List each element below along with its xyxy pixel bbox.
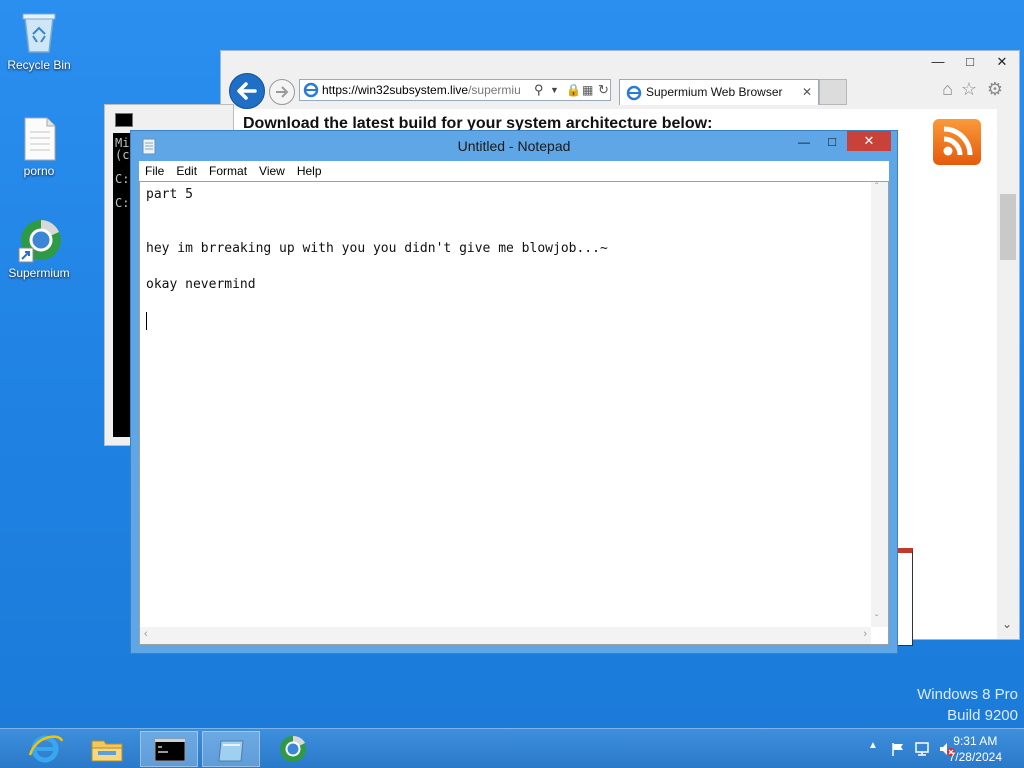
browser-nav-bar: https://win32subsystem.live/supermiu ⚲ ▼…	[221, 73, 1019, 109]
desktop-icon-porno[interactable]: porno	[2, 114, 76, 178]
notepad-maximize-button[interactable]: □	[819, 131, 845, 153]
refresh-icon[interactable]: ↻	[598, 80, 609, 100]
text-caret	[146, 312, 147, 330]
scroll-down-icon[interactable]: ˇ	[875, 614, 878, 625]
show-hidden-icons-icon[interactable]: ▲	[868, 740, 878, 751]
dropdown-icon[interactable]: ▼	[550, 80, 559, 100]
rss-feed-icon[interactable]	[933, 119, 981, 165]
text-file-icon	[15, 114, 63, 162]
recycle-bin-icon	[15, 8, 63, 56]
taskbar-supermium-button[interactable]	[264, 731, 322, 767]
notepad-window[interactable]: Untitled - Notepad — □ ✕ File Edit Format V…	[130, 130, 898, 654]
watermark-edition: Windows 8 Pro	[917, 686, 1018, 703]
supermium-icon	[280, 735, 306, 762]
porno-label: porno	[23, 164, 55, 178]
favorites-star-icon[interactable]: ☆	[961, 79, 977, 100]
tab-ie-icon	[626, 85, 642, 101]
tab-title: Supermium Web Browser	[646, 85, 783, 99]
supermium-label: Supermium	[8, 266, 70, 280]
home-icon[interactable]: ⌂	[942, 79, 953, 100]
recycle-bin-label: Recycle Bin	[7, 58, 71, 72]
notepad-menubar: File Edit Format View Help	[139, 161, 889, 181]
menu-help[interactable]: Help	[291, 161, 328, 181]
notepad-vertical-scrollbar[interactable]: ˆ ˇ	[871, 182, 888, 627]
scroll-up-icon[interactable]: ˆ	[875, 182, 878, 193]
back-arrow-icon	[237, 82, 257, 100]
system-tray: ▲ 9:31 AM 7/28/2024	[824, 729, 1024, 768]
notepad-titlebar[interactable]: Untitled - Notepad — □ ✕	[131, 131, 897, 161]
scroll-right-icon[interactable]: ›	[863, 628, 867, 640]
windows-watermark: Windows 8 Pro Build 9200	[917, 684, 1018, 726]
forward-arrow-icon	[276, 86, 289, 98]
taskbar: ▲ 9:31 AM 7/28/2024	[0, 728, 1024, 768]
desktop-icon-recycle-bin[interactable]: Recycle Bin	[2, 8, 76, 72]
notepad-icon	[218, 740, 244, 762]
url-host: https://win32subsystem.live	[322, 83, 469, 97]
notepad-minimize-button[interactable]: —	[791, 131, 817, 153]
taskbar-notepad-button[interactable]	[202, 731, 260, 767]
new-tab-button[interactable]	[819, 79, 847, 105]
taskbar-explorer-button[interactable]	[78, 731, 136, 767]
search-icon[interactable]: ⚲	[534, 80, 544, 100]
settings-gear-icon[interactable]: ⚙	[987, 79, 1003, 100]
compat-view-icon[interactable]: ▦	[582, 80, 593, 100]
tab-close-icon[interactable]: ✕	[802, 80, 812, 104]
scroll-down-icon[interactable]: ⌄	[1002, 617, 1012, 631]
console-icon	[154, 738, 186, 762]
notepad-title: Untitled - Notepad	[457, 138, 571, 154]
tab-supermium[interactable]: Supermium Web Browser ✕	[619, 79, 819, 105]
ie-page-icon	[303, 82, 319, 98]
desktop-icon-supermium[interactable]: Supermium	[2, 216, 76, 280]
clock-time: 9:31 AM	[953, 734, 998, 748]
clock-date: 7/28/2024	[948, 750, 1002, 764]
taskbar-console-button[interactable]	[140, 731, 198, 767]
taskbar-ie-button[interactable]	[16, 731, 74, 767]
action-center-flag-icon[interactable]	[890, 741, 906, 757]
browser-titlebar[interactable]: — □ ✕	[221, 51, 1019, 73]
supermium-icon	[15, 216, 63, 264]
lock-icon[interactable]: 🔒	[566, 80, 581, 100]
taskbar-clock[interactable]: 9:31 AM 7/28/2024	[949, 733, 1002, 765]
url-path: /supermiu	[468, 83, 521, 97]
background-dialog-edge	[897, 548, 913, 646]
document-text: part 5 hey im brreaking up with you you …	[146, 187, 608, 292]
watermark-build: Build 9200	[947, 707, 1018, 724]
scroll-left-icon[interactable]: ‹	[144, 628, 148, 640]
forward-button[interactable]	[269, 79, 295, 105]
back-button[interactable]	[229, 73, 265, 109]
folder-icon	[91, 740, 123, 762]
close-button[interactable]: ✕	[987, 51, 1017, 73]
address-bar[interactable]: https://win32subsystem.live/supermiu ⚲ ▼…	[299, 79, 611, 101]
notepad-horizontal-scrollbar[interactable]: ‹ ›	[140, 627, 871, 644]
url-text: https://win32subsystem.live/supermiu	[322, 80, 532, 100]
ie-icon	[28, 735, 64, 763]
menu-edit[interactable]: Edit	[170, 161, 203, 181]
browser-scroll-thumb[interactable]	[1000, 194, 1016, 260]
menu-view[interactable]: View	[253, 161, 291, 181]
browser-vertical-scrollbar[interactable]: ⌄	[997, 109, 1019, 639]
notepad-close-button[interactable]: ✕	[847, 131, 891, 151]
console-icon	[115, 113, 133, 127]
network-icon[interactable]	[914, 741, 932, 757]
menu-format[interactable]: Format	[203, 161, 253, 181]
minimize-button[interactable]: —	[923, 51, 953, 73]
menu-file[interactable]: File	[139, 161, 170, 181]
maximize-button[interactable]: □	[955, 51, 985, 73]
notepad-text-area[interactable]: part 5 hey im brreaking up with you you …	[139, 181, 889, 645]
